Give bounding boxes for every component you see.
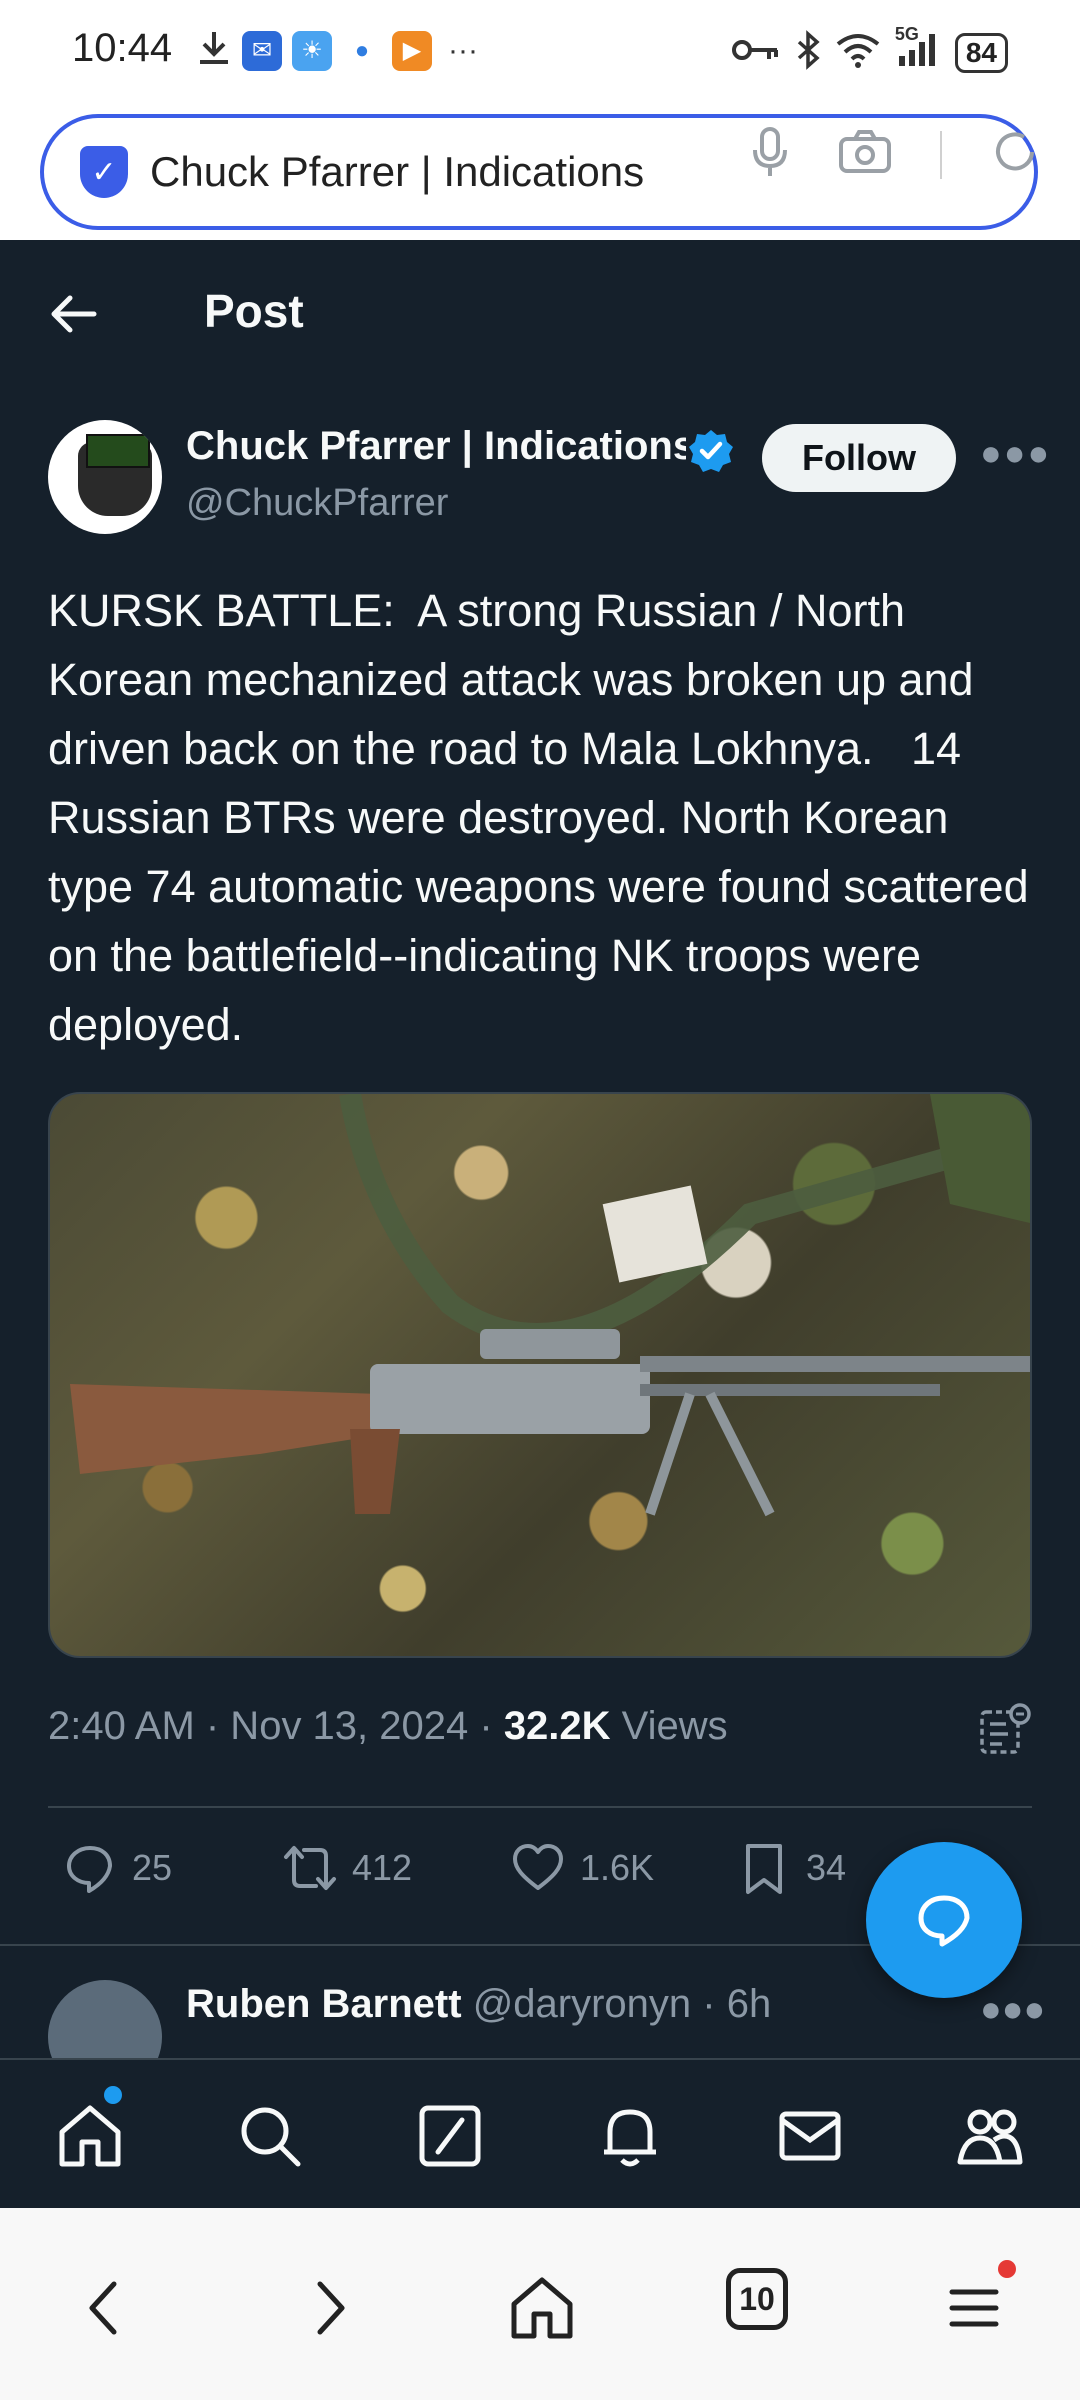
browser-forward-icon[interactable] — [292, 2272, 364, 2344]
system-icons: 5G 84 — [731, 24, 1008, 75]
bottom-navigation — [0, 2058, 1080, 2208]
reload-icon[interactable] — [990, 127, 1040, 182]
shield-check-icon: ✓ — [80, 146, 128, 198]
url-text: Chuck Pfarrer | Indications — [150, 148, 645, 195]
post-meta: 2:40 AM · Nov 13, 2024 · 32.2K Views — [48, 1704, 728, 1749]
camera-icon[interactable] — [838, 129, 892, 180]
home-notification-dot — [104, 2086, 122, 2104]
bluetooth-icon — [795, 30, 821, 75]
reply-count: 25 — [132, 1847, 173, 1888]
more-options-icon[interactable]: ●●● — [980, 432, 1051, 474]
browser-back-icon[interactable] — [70, 2272, 142, 2344]
reply-more-icon[interactable]: ●●● — [980, 1988, 1045, 2030]
more-dots-icon: ··· — [448, 33, 478, 67]
compose-reply-button[interactable] — [866, 1842, 1022, 1998]
url-actions — [750, 126, 1040, 183]
author-handle[interactable]: @ChuckPfarrer — [186, 482, 448, 525]
microphone-icon[interactable] — [750, 126, 790, 183]
download-icon — [196, 28, 232, 73]
divider — [48, 1806, 1032, 1808]
author-avatar[interactable] — [48, 420, 162, 534]
heart-icon — [513, 1844, 563, 1890]
post-text: KURSK BATTLE: A strong Russian / North K… — [48, 585, 1042, 1050]
page-title: Post — [204, 285, 304, 337]
signal-icon: 5G — [895, 24, 941, 73]
browser-bottom-bar: 10 — [0, 2208, 1080, 2400]
video-icon: ▶ — [392, 30, 432, 71]
status-time: 10:44 — [72, 26, 173, 70]
views-label: Views — [610, 1704, 728, 1748]
wifi-icon — [835, 32, 881, 73]
app-icon: ✉ — [242, 30, 282, 71]
analytics-icon[interactable] — [978, 1702, 1032, 1756]
browser-menu-icon[interactable] — [938, 2272, 1010, 2344]
tabs-count-button[interactable]: 10 — [726, 2268, 788, 2330]
grok-icon[interactable] — [414, 2100, 486, 2172]
key-icon — [731, 35, 781, 70]
reply-header: Ruben Barnett @daryronyn · 6h — [186, 1982, 771, 2027]
avatar-screen — [86, 434, 150, 468]
post-image[interactable] — [48, 1092, 1032, 1658]
notification-icons: ✉ ☀ ● ▶ ··· — [196, 28, 478, 73]
home-icon[interactable] — [54, 2100, 126, 2172]
battery-indicator: 84 — [954, 32, 1008, 73]
notifications-bell-icon[interactable] — [594, 2100, 666, 2172]
search-icon[interactable] — [234, 2100, 306, 2172]
views-count: 32.2K — [503, 1704, 611, 1748]
browser-icon: ● — [342, 30, 382, 71]
reply-author-name[interactable]: Ruben Barnett — [186, 1982, 462, 2026]
reply-button[interactable]: 25 — [62, 1840, 172, 1896]
bookmark-count: 34 — [806, 1847, 847, 1888]
post-timestamp[interactable]: 2:40 AM · Nov 13, 2024 · — [48, 1704, 504, 1748]
bookmark-icon — [746, 1844, 782, 1894]
like-count: 1.6K — [580, 1847, 655, 1888]
browser-address-bar: ✓ Chuck Pfarrer | Indications — [0, 100, 1080, 240]
communities-icon[interactable] — [954, 2100, 1026, 2172]
repost-button[interactable]: 412 — [282, 1840, 412, 1896]
like-button[interactable]: 1.6K — [510, 1840, 654, 1896]
reply-icon — [67, 1846, 112, 1893]
status-bar: 10:44 ✉ ☀ ● ▶ ··· 5G 84 — [0, 0, 1080, 100]
repost-count: 412 — [352, 1847, 413, 1888]
reply-handle-time: @daryronyn · 6h — [461, 1982, 772, 2026]
back-arrow-icon[interactable] — [44, 284, 104, 344]
rifle-photo — [70, 1094, 1030, 1517]
browser-home-icon[interactable] — [506, 2272, 578, 2344]
messages-envelope-icon[interactable] — [774, 2100, 846, 2172]
weather-icon: ☀ — [292, 30, 332, 71]
bookmark-button[interactable]: 34 — [736, 1840, 846, 1896]
author-name[interactable]: Chuck Pfarrer | Indications — [186, 424, 686, 469]
url-divider — [940, 130, 942, 179]
follow-button[interactable]: Follow — [762, 424, 956, 492]
verified-badge-icon — [688, 428, 734, 474]
repost-icon — [284, 1846, 336, 1890]
menu-notification-dot — [998, 2260, 1016, 2278]
chat-bubble-icon — [918, 1895, 970, 1947]
post-header: Post — [0, 240, 1080, 380]
